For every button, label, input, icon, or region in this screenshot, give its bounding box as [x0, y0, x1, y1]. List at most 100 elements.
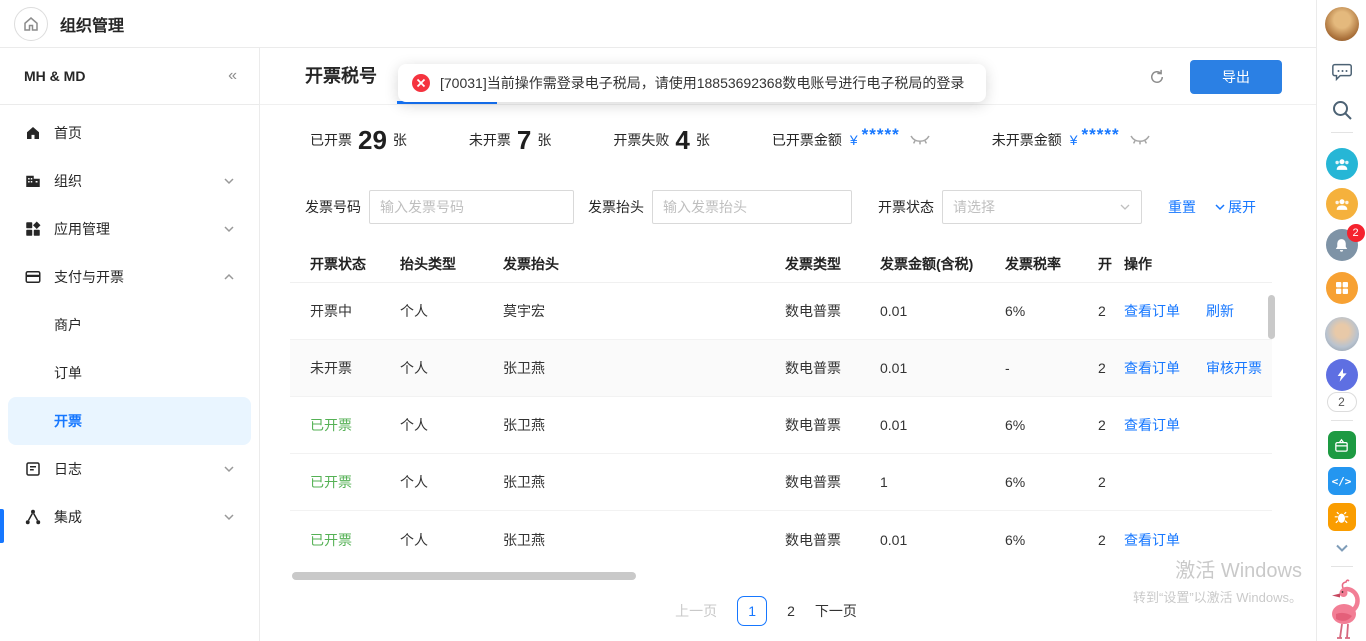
contacts-icon[interactable] — [1326, 148, 1358, 180]
view-order-link[interactable]: 查看订单 — [1124, 530, 1180, 550]
user-avatar[interactable] — [1325, 7, 1359, 41]
error-icon — [412, 74, 430, 92]
table-row: 开票中 个人 莫宇宏 数电普票 0.01 6% 2 查看订单 刷新 — [290, 283, 1272, 340]
search-icon[interactable] — [1330, 98, 1354, 122]
notifications-icon[interactable]: 2 — [1326, 229, 1358, 261]
table-row: 已开票 个人 张卫燕 数电普票 1 6% 2 — [290, 454, 1272, 511]
error-toast: [70031]当前操作需登录电子税局，请使用18853692368数电账号进行电… — [398, 64, 986, 102]
chevron-down-icon — [223, 463, 235, 475]
refresh-link[interactable]: 刷新 — [1206, 301, 1234, 321]
right-toolbar: 2 2 </> — [1316, 0, 1366, 641]
reset-button[interactable]: 重置 — [1168, 197, 1196, 217]
view-order-link[interactable]: 查看订单 — [1124, 301, 1180, 321]
apps-icon — [24, 220, 42, 238]
eye-closed-icon[interactable] — [1130, 134, 1150, 146]
stat-uninvoiced-amount: 未开票金额 ¥ ***** — [992, 130, 1150, 150]
status-select[interactable]: 请选择 — [942, 190, 1142, 224]
sidebar-item-payment-invoice[interactable]: 支付与开票 — [0, 253, 259, 301]
col-tax-rate: 发票税率 — [1005, 254, 1098, 274]
sidebar-item-merchant[interactable]: 商户 — [0, 301, 259, 349]
card-icon — [24, 268, 42, 286]
green-app-icon[interactable] — [1328, 431, 1356, 459]
table-header-row: 开票状态 抬头类型 发票抬头 发票类型 发票金额(含税) 发票税率 开 操作 — [290, 245, 1272, 283]
refresh-icon[interactable] — [1148, 68, 1166, 86]
export-button[interactable]: 导出 — [1190, 60, 1282, 94]
divider — [1331, 566, 1353, 567]
counter-pill[interactable]: 2 — [1327, 392, 1357, 412]
sidebar-collapse-button[interactable]: « — [228, 67, 235, 85]
col-amount: 发票金额(含税) — [880, 254, 1005, 274]
stats-row: 已开票 29 张 未开票 7 张 开票失败 4 张 已开票金额 ¥ ***** — [310, 114, 1212, 166]
chevron-down-icon — [223, 223, 235, 235]
contact-avatar[interactable] — [1325, 317, 1359, 351]
prev-page-button[interactable]: 上一页 — [675, 601, 717, 621]
screen: 组织管理 MH & MD « 首页 组织 应用管理 支付 — [0, 0, 1366, 641]
vertical-scrollbar-thumb[interactable] — [1268, 295, 1275, 339]
groups-icon[interactable] — [1326, 188, 1358, 220]
chat-icon[interactable] — [1330, 60, 1354, 84]
next-page-button[interactable]: 下一页 — [815, 601, 857, 621]
stat-value: 29 — [358, 125, 387, 156]
stat-value: 4 — [675, 125, 689, 156]
invoice-table: 开票状态 抬头类型 发票抬头 发票类型 发票金额(含税) 发票税率 开 操作 开… — [290, 245, 1272, 568]
cell-status: 已开票 — [310, 415, 400, 435]
cell-status: 开票中 — [310, 301, 400, 321]
flamingo-assistant[interactable] — [1322, 578, 1362, 638]
filter-actions: 重置 展开 — [1168, 197, 1256, 217]
sidebar-item-organization[interactable]: 组织 — [0, 157, 259, 205]
code-app-icon[interactable]: </> — [1328, 467, 1356, 495]
masked-amount: ***** — [1082, 125, 1120, 145]
horizontal-scrollbar-thumb[interactable] — [292, 572, 636, 580]
sidebar-item-orders[interactable]: 订单 — [0, 349, 259, 397]
sidebar: MH & MD « 首页 组织 应用管理 支付与开票 — [0, 48, 260, 641]
sidebar-item-integration[interactable]: 集成 — [0, 493, 259, 541]
windows-activation-watermark: 激活 Windows 转到“设置”以激活 Windows。 — [1133, 554, 1302, 606]
main-content: 开票税号 导出 [70031]当前操作需登录电子税局，请使用1885369236… — [260, 48, 1316, 641]
chevron-down-icon — [223, 175, 235, 187]
pagination: 上一页 1 2 下一页 — [260, 596, 1272, 626]
divider — [1331, 420, 1353, 421]
eye-closed-icon[interactable] — [910, 134, 930, 146]
sidebar-item-invoicing[interactable]: 开票 — [8, 397, 251, 445]
chevron-up-icon — [223, 271, 235, 283]
quick-actions-icon[interactable] — [1326, 359, 1358, 391]
invoice-title-input[interactable] — [652, 190, 852, 224]
col-invoice-title: 发票抬头 — [503, 254, 785, 274]
page-2-button[interactable]: 2 — [787, 603, 795, 619]
app-launcher-icon[interactable] — [1326, 272, 1358, 304]
table-row: 未开票 个人 张卫燕 数电普票 0.01 - 2 查看订单 审核开票 — [290, 340, 1272, 397]
review-invoice-link[interactable]: 审核开票 — [1206, 358, 1262, 378]
building-icon — [24, 172, 42, 190]
invoice-title-label: 发票抬头 — [588, 197, 644, 217]
home-button[interactable] — [14, 7, 48, 41]
home-icon — [22, 15, 40, 33]
sidebar-item-home[interactable]: 首页 — [0, 109, 259, 157]
bug-app-icon[interactable] — [1328, 503, 1356, 531]
invoice-no-input[interactable] — [369, 190, 574, 224]
divider — [1331, 132, 1353, 133]
col-status: 开票状态 — [310, 254, 400, 274]
sidebar-item-app-management[interactable]: 应用管理 — [0, 205, 259, 253]
view-order-link[interactable]: 查看订单 — [1124, 415, 1180, 435]
page-1-button[interactable]: 1 — [737, 596, 767, 626]
table-row: 已开票 个人 张卫燕 数电普票 0.01 6% 2 查看订单 — [290, 511, 1272, 568]
sidebar-item-logs[interactable]: 日志 — [0, 445, 259, 493]
org-name: MH & MD — [24, 68, 85, 84]
masked-amount: ***** — [862, 125, 900, 145]
status-select-placeholder: 请选择 — [953, 197, 995, 217]
stat-not-invoiced: 未开票 7 张 — [469, 125, 551, 156]
collapse-rail-chevron-icon[interactable] — [1334, 540, 1350, 556]
stat-failed: 开票失败 4 张 — [613, 125, 709, 156]
currency-symbol: ¥ — [1070, 132, 1078, 148]
cell-status: 已开票 — [310, 530, 400, 550]
expand-button[interactable]: 展开 — [1214, 197, 1256, 217]
status-label: 开票状态 — [878, 197, 934, 217]
integration-icon — [24, 508, 42, 526]
view-order-link[interactable]: 查看订单 — [1124, 358, 1180, 378]
page-header: 开票税号 导出 [70031]当前操作需登录电子税局，请使用1885369236… — [260, 48, 1316, 105]
chevron-down-icon — [223, 511, 235, 523]
col-title-type: 抬头类型 — [400, 254, 503, 274]
invoice-no-label: 发票号码 — [305, 197, 361, 217]
col-clipped: 开 — [1098, 254, 1112, 274]
chevron-down-icon — [1119, 201, 1131, 213]
